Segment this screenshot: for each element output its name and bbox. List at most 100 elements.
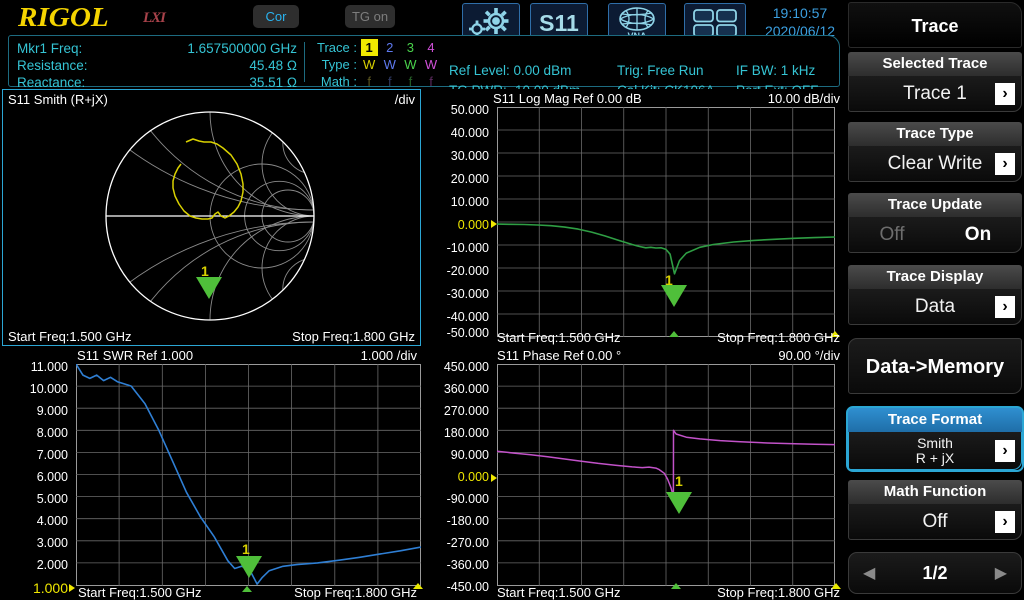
- trace-number-2[interactable]: 2: [381, 39, 398, 56]
- logmag-ytick-9: -40.000: [425, 310, 489, 324]
- chevron-right-icon[interactable]: ›: [995, 296, 1015, 318]
- phase-ytick-3: 180.000: [425, 426, 489, 440]
- smith-marker-1-triangle[interactable]: [196, 277, 222, 299]
- logmag-stop-freq: Stop Freq:1.800 GHz: [717, 330, 840, 345]
- sidebar-pager[interactable]: ◀ 1/2 ▶: [848, 552, 1022, 594]
- phase-marker-1-triangle[interactable]: [666, 492, 692, 514]
- swr-ytick-5: 6.000: [2, 470, 68, 484]
- phase-ytick-0: 450.000: [425, 360, 489, 374]
- phase-chart-panel[interactable]: S11 Phase Ref 0.00 ° 90.00 °/div 450.000…: [425, 348, 843, 600]
- logmag-ytick-8: -30.000: [425, 287, 489, 301]
- swr-ytick-4: 7.000: [2, 448, 68, 462]
- swr-start-freq: Start Freq:1.500 GHz: [78, 585, 202, 600]
- sidebar-item-selected-trace[interactable]: Selected Trace Trace 1 ›: [848, 52, 1022, 112]
- page-prev-icon[interactable]: ◀: [863, 563, 875, 583]
- phase-ytick-6: -90.000: [425, 492, 489, 506]
- if-bw-status: IF BW: 1 kHz: [736, 61, 815, 81]
- marker-freq-label: Mkr1 Freq:: [17, 40, 82, 57]
- swr-marker-1-triangle[interactable]: [236, 556, 262, 578]
- trace-type-body[interactable]: Clear Write ›: [848, 146, 1022, 182]
- trace-math-3: f: [402, 73, 419, 90]
- trace-math-4: f: [423, 73, 440, 90]
- chevron-right-icon[interactable]: ›: [995, 153, 1015, 175]
- sidebar-item-trace-format[interactable]: Trace Format Smith R + jX ›: [848, 408, 1022, 470]
- swr-chart-panel[interactable]: S11 SWR Ref 1.000 1.000 /div 11.000 10.0…: [2, 348, 421, 600]
- trace-update-off[interactable]: Off: [849, 224, 935, 246]
- phase-ytick-ref: 0.000: [425, 470, 489, 484]
- resistance-label: Resistance:: [17, 57, 88, 74]
- type-row-label: Type :: [311, 56, 357, 73]
- chevron-right-icon[interactable]: ›: [995, 440, 1015, 462]
- ref-level-status: Ref Level: 0.00 dBm: [449, 61, 571, 81]
- phase-ytick-10: -450.00: [425, 580, 489, 594]
- logmag-ytick-ref: 0.000: [425, 218, 489, 232]
- marker-freq-value: 1.657500000 GHz: [129, 40, 297, 57]
- trace-update-body[interactable]: Off On: [848, 217, 1022, 253]
- swr-ytick-2: 9.000: [2, 404, 68, 418]
- swr-ytick-0: 11.000: [2, 360, 68, 374]
- resistance-value: 45.48 Ω: [129, 57, 297, 74]
- trace-update-toggle[interactable]: Off On: [849, 217, 1021, 253]
- logmag-chart-panel[interactable]: S11 Log Mag Ref 0.00 dB 10.00 dB/div 50.…: [425, 89, 843, 346]
- sidebar-item-math-function[interactable]: Math Function Off ›: [848, 480, 1022, 540]
- phase-title: S11 Phase Ref 0.00 °: [497, 348, 621, 363]
- swr-ref-arrow: [69, 584, 75, 592]
- sidebar-title-trace[interactable]: Trace: [848, 2, 1022, 48]
- page-indicator: 1/2: [922, 563, 947, 584]
- swr-marker-1-label: 1: [242, 541, 250, 557]
- trace-number-1[interactable]: 1: [361, 39, 378, 56]
- page-next-icon[interactable]: ▶: [995, 563, 1007, 583]
- swr-ytick-1: 10.000: [2, 382, 68, 396]
- trace-number-4[interactable]: 4: [423, 39, 440, 56]
- trace-math-1: f: [361, 73, 378, 90]
- rigol-logo: RIGOL: [18, 2, 109, 33]
- phase-start-freq: Start Freq:1.500 GHz: [497, 585, 621, 600]
- swr-scale-label: 1.000 /div: [361, 348, 417, 363]
- trace-row-label: Trace :: [311, 39, 357, 56]
- math-row: Math : f f f f: [311, 73, 440, 90]
- logmag-marker-1-triangle[interactable]: [661, 285, 687, 307]
- math-function-head: Math Function: [848, 480, 1022, 504]
- math-function-body[interactable]: Off ›: [848, 504, 1022, 540]
- sidebar-item-trace-type[interactable]: Trace Type Clear Write ›: [848, 122, 1022, 182]
- trace-update-on[interactable]: On: [935, 224, 1021, 246]
- info-bar: Mkr1 Freq: Resistance: Reactance: 1.6575…: [8, 35, 840, 87]
- sidebar-item-trace-display[interactable]: Trace Display Data ›: [848, 265, 1022, 325]
- header-bar: RIGOL LXI Cor TG on: [0, 0, 845, 36]
- sidebar-item-trace-update[interactable]: Trace Update Off On: [848, 193, 1022, 253]
- swr-ytick-ref: 1.000: [2, 580, 68, 596]
- trace-number-3[interactable]: 3: [402, 39, 419, 56]
- trigger-status: Trig: Free Run: [617, 61, 704, 81]
- sidebar-item-data-to-memory[interactable]: Data->Memory: [848, 338, 1022, 394]
- swr-ytick-7: 4.000: [2, 514, 68, 528]
- logmag-ytick-0: 50.000: [425, 103, 489, 117]
- logmag-ytick-1: 40.000: [425, 126, 489, 140]
- phase-ytick-8: -270.00: [425, 536, 489, 550]
- trace-type-2: W: [381, 56, 398, 73]
- lxi-logo: LXI: [143, 10, 165, 27]
- swr-ytick-6: 5.000: [2, 492, 68, 506]
- selected-trace-body[interactable]: Trace 1 ›: [848, 76, 1022, 112]
- trace-display-body[interactable]: Data ›: [848, 289, 1022, 325]
- tracking-generator-status-button[interactable]: TG on: [345, 5, 395, 28]
- info-divider: [304, 42, 305, 82]
- chevron-right-icon[interactable]: ›: [995, 511, 1015, 533]
- chevron-right-icon[interactable]: ›: [995, 83, 1015, 105]
- trace-math-2: f: [381, 73, 398, 90]
- trace-format-body[interactable]: Smith R + jX ›: [848, 432, 1022, 470]
- trace-display-head: Trace Display: [848, 265, 1022, 289]
- logmag-ytick-6: -10.000: [425, 241, 489, 255]
- correction-status-button[interactable]: Cor: [253, 5, 299, 28]
- phase-plot-area: [497, 364, 835, 586]
- smith-chart-panel[interactable]: S11 Smith (R+jX) /div: [2, 89, 421, 346]
- swr-stop-freq: Stop Freq:1.800 GHz: [294, 585, 417, 600]
- logmag-ytick-4: 10.000: [425, 195, 489, 209]
- smith-start-freq: Start Freq:1.500 GHz: [8, 329, 132, 344]
- data-to-memory-label: Data->Memory: [848, 338, 1022, 394]
- trace-indicator-block: Trace : 1 2 3 4 Type : W W W W Math : f …: [311, 39, 440, 90]
- clock-time: 19:10:57: [756, 4, 844, 22]
- logmag-title: S11 Log Mag Ref 0.00 dB: [493, 91, 642, 106]
- phase-stop-freq: Stop Freq:1.800 GHz: [717, 585, 840, 600]
- swr-ytick-3: 8.000: [2, 426, 68, 440]
- vna-screen: RIGOL LXI Cor TG on: [0, 0, 1024, 600]
